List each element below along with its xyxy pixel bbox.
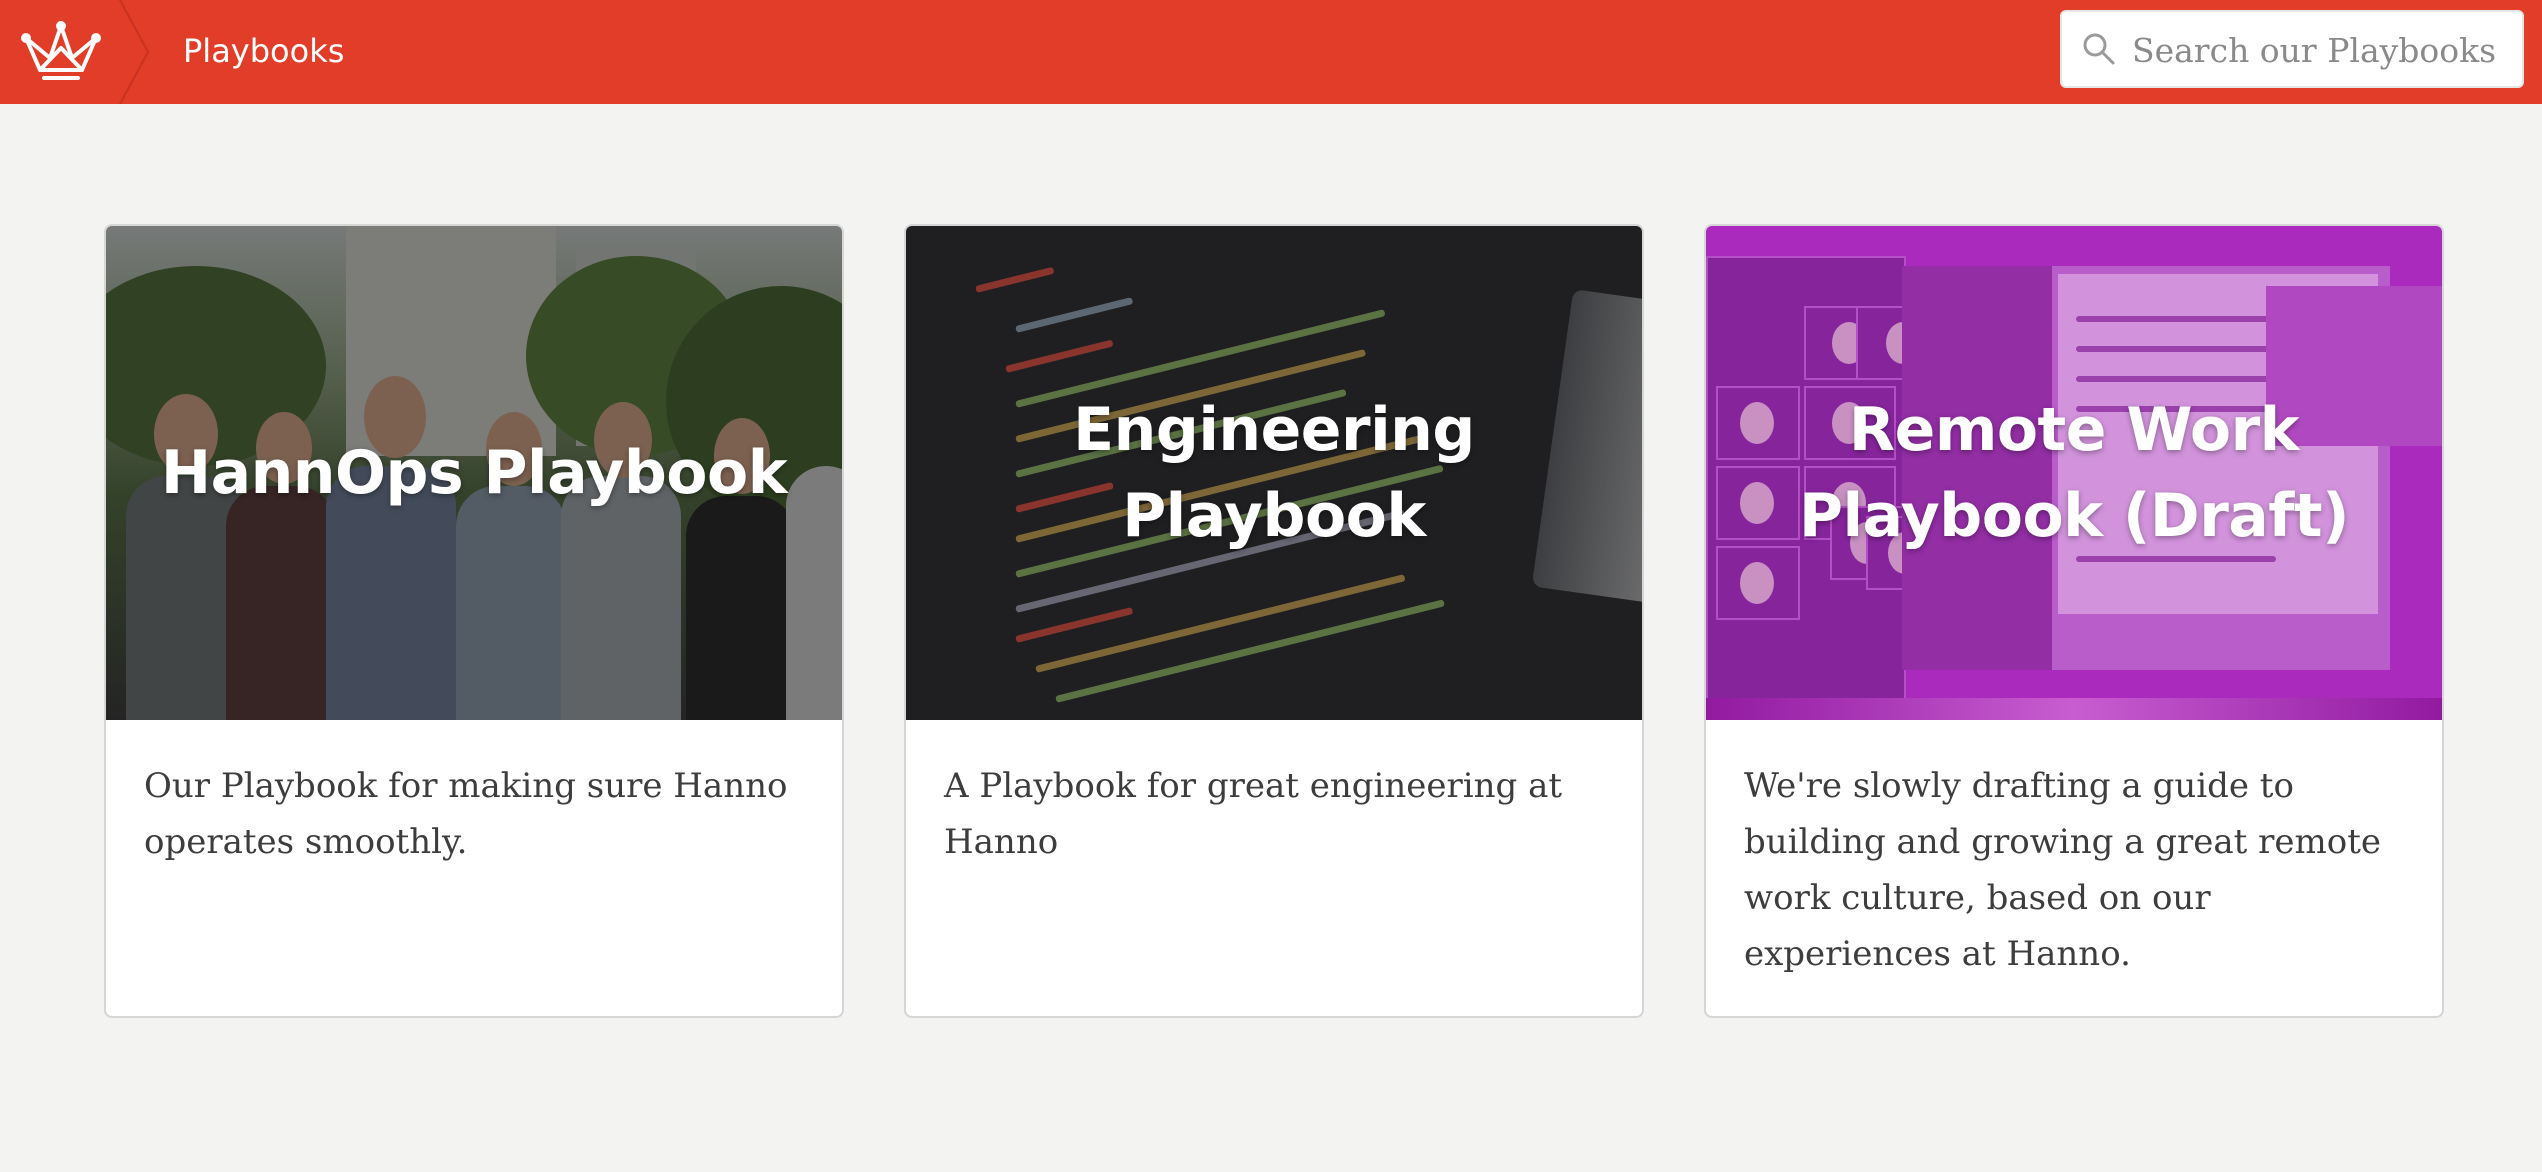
playbook-card-hannops[interactable]: HannOps Playbook Our Playbook for making… (104, 224, 844, 1018)
playbook-card-engineering[interactable]: Engineering Playbook A Playbook for grea… (904, 224, 1644, 1018)
card-description: Our Playbook for making sure Hanno opera… (144, 766, 788, 862)
card-title: HannOps Playbook (160, 438, 788, 508)
breadcrumb-separator (119, 0, 150, 104)
card-description: A Playbook for great engineering at Hann… (944, 766, 1563, 862)
search-box[interactable] (2060, 10, 2524, 88)
crown-icon[interactable] (18, 18, 104, 86)
card-title: Remote Work Playbook (Draft) (1799, 395, 2350, 551)
search-input[interactable] (2130, 18, 2514, 82)
card-description: We're slowly drafting a guide to buildin… (1744, 766, 2382, 974)
card-hero-image: Engineering Playbook (906, 226, 1642, 720)
card-title: Engineering Playbook (1073, 395, 1475, 551)
card-hero-image: HannOps Playbook (106, 226, 842, 720)
search-icon (2083, 33, 2115, 65)
top-navigation-bar: Playbooks (0, 0, 2542, 104)
playbook-card-remote-work[interactable]: Remote Work Playbook (Draft) We're slowl… (1704, 224, 2444, 1018)
page-title[interactable]: Playbooks (183, 0, 344, 104)
card-hero-image: Remote Work Playbook (Draft) (1706, 226, 2442, 720)
